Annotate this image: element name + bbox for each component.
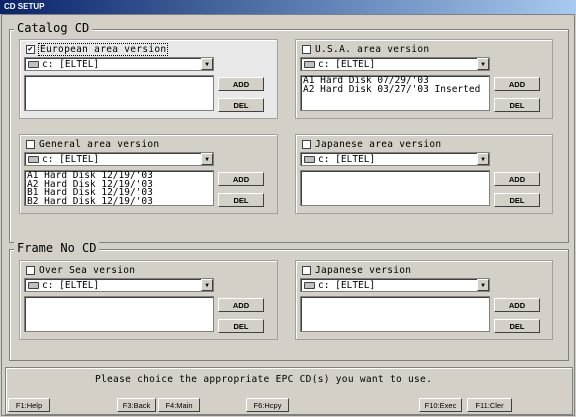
checkbox-label: Japanese area version — [315, 138, 442, 150]
checkbox-box: ✔ — [26, 44, 35, 54]
drive-combo[interactable]: c: [ELTEL] ▼ — [24, 57, 214, 71]
over-sea-checkbox[interactable]: Over Sea version — [26, 264, 135, 276]
drive-icon — [28, 60, 39, 68]
drive-combo-value: c: [ELTEL] — [42, 58, 100, 70]
drive-combo-value: c: [ELTEL] — [42, 153, 100, 165]
drive-combo[interactable]: c: [ELTEL] ▼ — [300, 152, 490, 166]
panel-european-area: ✔ European area version c: [ELTEL] ▼ ADD… — [19, 39, 278, 119]
japanese-area-checkbox[interactable]: Japanese area version — [302, 138, 441, 150]
drive-combo[interactable]: c: [ELTEL] ▼ — [300, 278, 490, 292]
chevron-down-icon[interactable]: ▼ — [201, 58, 213, 70]
add-button[interactable]: ADD — [218, 172, 264, 186]
drive-combo[interactable]: c: [ELTEL] ▼ — [24, 152, 214, 166]
f10-exec-button[interactable]: F10:Exec — [419, 398, 462, 412]
panel-over-sea: Over Sea version c: [ELTEL] ▼ ADD DEL — [19, 260, 278, 340]
drive-combo-value: c: [ELTEL] — [318, 153, 376, 165]
drive-icon — [28, 281, 39, 289]
f1-help-button[interactable]: F1:Help — [8, 398, 50, 412]
checkbox-box — [302, 44, 311, 54]
panel-japanese: Japanese version c: [ELTEL] ▼ ADD DEL — [295, 260, 553, 340]
del-button[interactable]: DEL — [218, 193, 264, 207]
cd-listbox[interactable] — [24, 296, 214, 332]
add-button[interactable]: ADD — [218, 298, 264, 312]
checkbox-label: Japanese version — [315, 264, 412, 276]
checkbox-label: European area version — [37, 42, 169, 56]
drive-combo-value: c: [ELTEL] — [318, 58, 376, 70]
add-button[interactable]: ADD — [494, 77, 540, 91]
drive-combo-value: c: [ELTEL] — [42, 279, 100, 291]
chevron-down-icon[interactable]: ▼ — [201, 153, 213, 165]
cd-listbox[interactable] — [300, 170, 490, 206]
f6-hcpy-button[interactable]: F6:Hcpy — [246, 398, 289, 412]
checkbox-box — [26, 139, 35, 149]
chevron-down-icon[interactable]: ▼ — [477, 58, 489, 70]
frame-no-cd-group-label: Frame No CD — [14, 241, 100, 255]
checkbox-label: Over Sea version — [39, 264, 136, 276]
drive-icon — [304, 281, 315, 289]
status-message: Please choice the appropriate EPC CD(s) … — [95, 374, 433, 385]
add-button[interactable]: ADD — [218, 77, 264, 91]
f4-main-button[interactable]: F4:Main — [158, 398, 200, 412]
drive-combo-value: c: [ELTEL] — [318, 279, 376, 291]
del-button[interactable]: DEL — [494, 98, 540, 112]
usa-area-checkbox[interactable]: U.S.A. area version — [302, 43, 429, 55]
checkbox-label: General area version — [39, 138, 160, 150]
client-area: Catalog CD ✔ European area version c: [E… — [1, 14, 575, 416]
checkbox-box — [26, 265, 35, 275]
panel-japanese-area: Japanese area version c: [ELTEL] ▼ ADD D… — [295, 134, 553, 214]
f3-back-button[interactable]: F3:Back — [117, 398, 156, 412]
del-button[interactable]: DEL — [494, 319, 540, 333]
checkbox-label: U.S.A. area version — [315, 43, 430, 55]
checkbox-box — [302, 139, 311, 149]
add-button[interactable]: ADD — [494, 172, 540, 186]
cd-listbox[interactable]: A1 Hard Disk 07/29/'03 A2 Hard Disk 03/2… — [300, 75, 490, 111]
european-area-checkbox[interactable]: ✔ European area version — [26, 42, 169, 56]
status-bar: Please choice the appropriate EPC CD(s) … — [5, 367, 573, 415]
cd-listbox[interactable]: A1 Hard Disk 12/19/'03 A2 Hard Disk 12/1… — [24, 170, 214, 206]
japanese-checkbox[interactable]: Japanese version — [302, 264, 411, 276]
drive-icon — [28, 155, 39, 163]
f11-cler-button[interactable]: F11:Cler — [467, 398, 512, 412]
del-button[interactable]: DEL — [494, 193, 540, 207]
cd-listbox[interactable] — [24, 75, 214, 111]
chevron-down-icon[interactable]: ▼ — [477, 279, 489, 291]
list-item[interactable]: B2 Hard Disk 12/19/'03 — [27, 197, 211, 205]
window-title-bar: CD SETUP — [0, 0, 576, 14]
general-area-checkbox[interactable]: General area version — [26, 138, 159, 150]
chevron-down-icon[interactable]: ▼ — [201, 279, 213, 291]
drive-combo[interactable]: c: [ELTEL] ▼ — [300, 57, 490, 71]
drive-icon — [304, 155, 315, 163]
del-button[interactable]: DEL — [218, 98, 264, 112]
add-button[interactable]: ADD — [494, 298, 540, 312]
checkbox-box — [302, 265, 311, 275]
panel-general-area: General area version c: [ELTEL] ▼ A1 Har… — [19, 134, 278, 214]
chevron-down-icon[interactable]: ▼ — [477, 153, 489, 165]
panel-usa-area: U.S.A. area version c: [ELTEL] ▼ A1 Hard… — [295, 39, 553, 119]
del-button[interactable]: DEL — [218, 319, 264, 333]
list-item[interactable]: A2 Hard Disk 03/27/'03 Inserted — [303, 85, 487, 95]
drive-combo[interactable]: c: [ELTEL] ▼ — [24, 278, 214, 292]
drive-icon — [304, 60, 315, 68]
catalog-cd-group-label: Catalog CD — [14, 21, 93, 35]
cd-listbox[interactable] — [300, 296, 490, 332]
